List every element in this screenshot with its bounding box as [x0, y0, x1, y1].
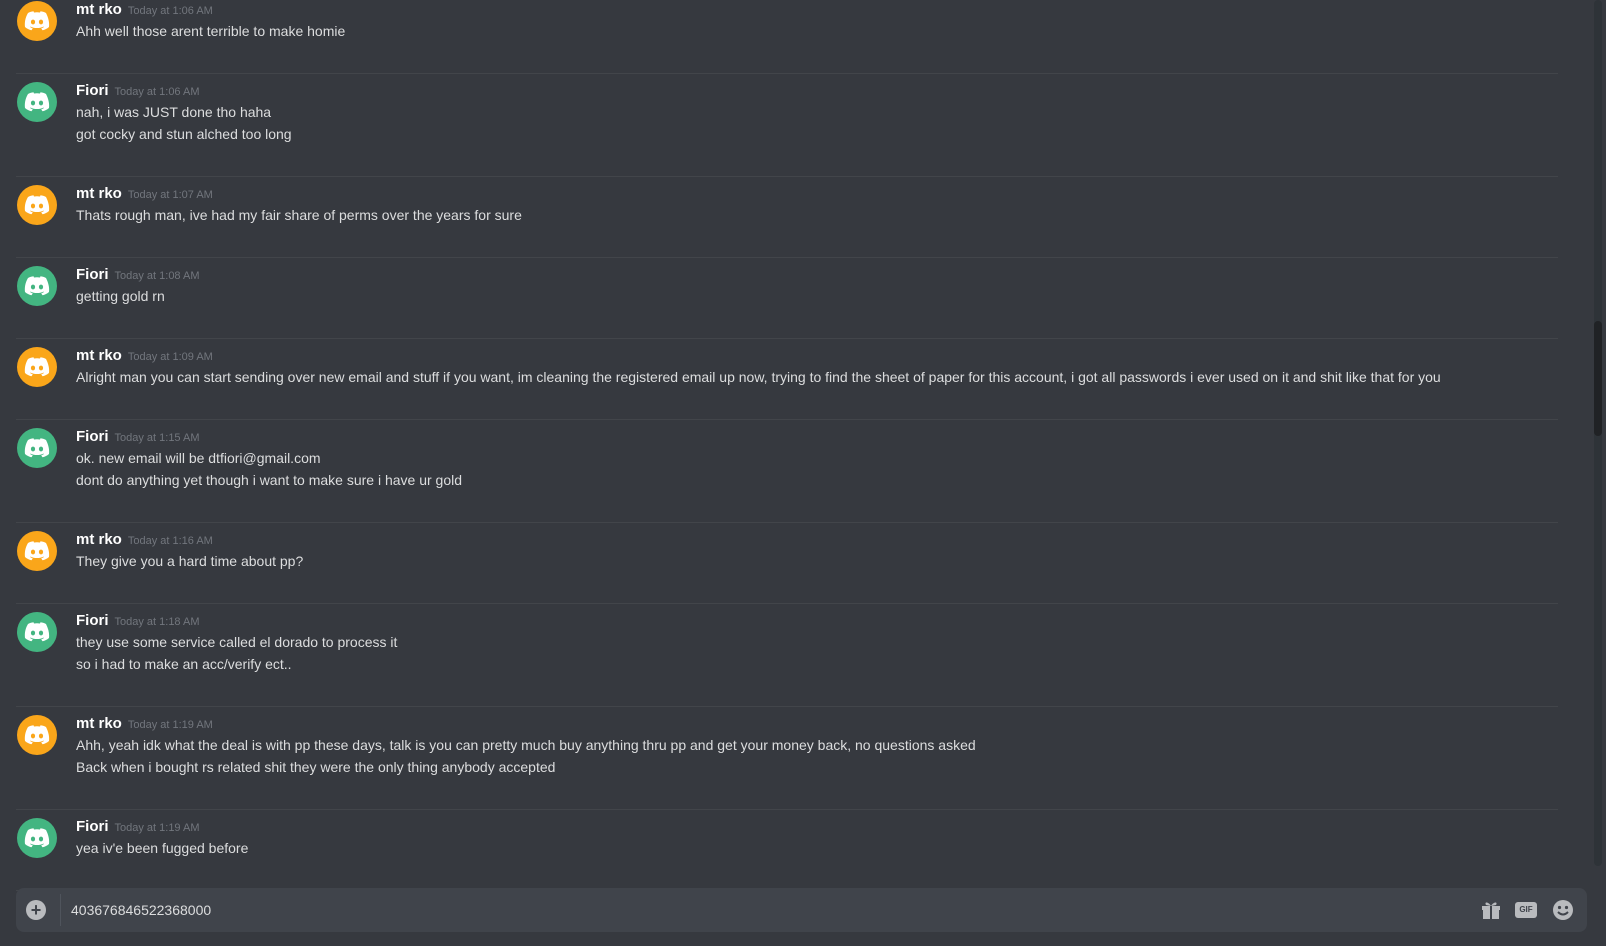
discord-logo-icon [24, 828, 50, 848]
message-group: Fiori Today at 1:18 AM they use some servi… [16, 604, 1558, 707]
message-text: Ahh, yeah idk what the deal is with pp t… [76, 737, 976, 753]
timestamp: Today at 1:16 AM [127, 535, 213, 547]
message-text: They give you a hard time about pp? [76, 553, 304, 569]
username[interactable]: Fiori [76, 818, 109, 835]
discord-logo-icon [24, 276, 50, 296]
timestamp: Today at 1:06 AM [127, 5, 213, 17]
message-text: getting gold rn [76, 288, 165, 304]
discord-logo-icon [24, 195, 50, 215]
message-group: mt rko Today at 1:07 AM Thats rough man, i… [16, 177, 1558, 258]
username[interactable]: Fiori [76, 82, 109, 99]
timestamp: Today at 1:06 AM [114, 86, 200, 98]
discord-logo-icon [24, 11, 50, 31]
message-text: dont do anything yet though i want to ma… [76, 472, 463, 488]
username[interactable]: mt rko [76, 347, 122, 364]
message-group: mt rko Today at 1:19 AM Ahh, yeah idk what… [16, 707, 1558, 810]
timestamp: Today at 1:19 AM [127, 719, 213, 731]
message-text: nah, i was JUST done tho haha [76, 104, 272, 120]
message-text: got cocky and stun alched too long [76, 126, 292, 142]
message-content: mt rko Today at 1:07 AM Thats rough man, i… [76, 184, 1558, 226]
message-content: Fiori Today at 1:18 AM they use some servi… [76, 611, 1558, 675]
scrollbar-track[interactable] [1594, 0, 1602, 866]
message-text: Thats rough man, ive had my fair share o… [76, 207, 522, 223]
emoji-icon[interactable] [1551, 898, 1575, 922]
message-group: mt rko Today at 1:06 AM Ahh well those are… [16, 0, 1558, 74]
message-content: Fiori Today at 1:08 AM getting gold rn [76, 265, 1558, 307]
message-group: Fiori Today at 1:19 AM yea iv'e been fugge… [16, 810, 1558, 891]
username[interactable]: mt rko [76, 531, 122, 548]
message-content: Fiori Today at 1:15 AM ok. new email will … [76, 427, 1558, 491]
avatar[interactable] [17, 531, 57, 571]
username[interactable]: Fiori [76, 428, 109, 445]
message-text: Alright man you can start sending over n… [76, 369, 1441, 385]
discord-logo-icon [24, 541, 50, 561]
scrollbar-thumb[interactable] [1594, 321, 1602, 436]
avatar[interactable] [17, 347, 57, 387]
timestamp: Today at 1:09 AM [127, 351, 213, 363]
username[interactable]: Fiori [76, 612, 109, 629]
message-group: Fiori Today at 1:08 AM getting gold rn [16, 258, 1558, 339]
gift-icon[interactable] [1479, 898, 1503, 922]
timestamp: Today at 1:15 AM [114, 432, 200, 444]
username[interactable]: mt rko [76, 1, 122, 18]
username[interactable]: mt rko [76, 185, 122, 202]
message-header: mt rko Today at 1:16 AM [76, 530, 1558, 550]
message-content: Fiori Today at 1:19 AM yea iv'e been fugge… [76, 817, 1558, 859]
avatar[interactable] [17, 185, 57, 225]
attach-plus-icon[interactable]: + [26, 900, 46, 920]
gif-button[interactable]: GIF [1514, 898, 1538, 922]
message-group: Fiori Today at 1:15 AM ok. new email will … [16, 420, 1558, 523]
timestamp: Today at 1:07 AM [127, 189, 213, 201]
chat-area: mt rko Today at 1:06 AM Ahh well those are… [0, 0, 1606, 946]
message-header: Fiori Today at 1:08 AM [76, 265, 1558, 285]
discord-logo-icon [24, 92, 50, 112]
message-group: mt rko Today at 1:09 AM Alright man you ca… [16, 339, 1558, 420]
avatar[interactable] [17, 818, 57, 858]
message-header: Fiori Today at 1:18 AM [76, 611, 1558, 631]
avatar[interactable] [17, 428, 57, 468]
message-text: they use some service called el dorado t… [76, 634, 398, 650]
message-header: mt rko Today at 1:06 AM [76, 0, 1558, 20]
timestamp: Today at 1:08 AM [114, 270, 200, 282]
discord-logo-icon [24, 725, 50, 745]
message-header: mt rko Today at 1:09 AM [76, 346, 1558, 366]
message-group: Fiori Today at 1:06 AM nah, i was JUST don… [16, 74, 1558, 177]
timestamp: Today at 1:19 AM [114, 822, 200, 834]
avatar[interactable] [17, 82, 57, 122]
message-header: Fiori Today at 1:19 AM [76, 817, 1558, 837]
message-text: Back when i bought rs related shit they … [76, 759, 556, 775]
message-content: mt rko Today at 1:19 AM Ahh, yeah idk what… [76, 714, 1558, 778]
message-text: so i had to make an acc/verify ect.. [76, 656, 292, 672]
message-header: mt rko Today at 1:07 AM [76, 184, 1558, 204]
message-input[interactable]: 403676846522368000 [71, 888, 211, 932]
message-content: Fiori Today at 1:06 AM nah, i was JUST don… [76, 81, 1558, 145]
message-text: yea iv'e been fugged before [76, 840, 249, 856]
message-content: mt rko Today at 1:09 AM Alright man you ca… [76, 346, 1558, 388]
avatar[interactable] [17, 266, 57, 306]
discord-logo-icon [24, 622, 50, 642]
gif-label: GIF [1515, 902, 1537, 918]
message-group: mt rko Today at 1:16 AM They give you a ha… [16, 523, 1558, 604]
message-list: mt rko Today at 1:06 AM Ahh well those are… [0, 0, 1574, 891]
message-content: mt rko Today at 1:16 AM They give you a ha… [76, 530, 1558, 572]
username[interactable]: Fiori [76, 266, 109, 283]
message-header: Fiori Today at 1:15 AM [76, 427, 1558, 447]
message-text: ok. new email will be dtfiori@gmail.com [76, 450, 321, 466]
avatar[interactable] [17, 715, 57, 755]
message-text: Ahh well those arent terrible to make ho… [76, 23, 346, 39]
message-content: mt rko Today at 1:06 AM Ahh well those are… [76, 0, 1558, 42]
message-composer[interactable]: + 403676846522368000 GIF [16, 888, 1587, 932]
discord-logo-icon [24, 438, 50, 458]
message-header: Fiori Today at 1:06 AM [76, 81, 1558, 101]
discord-logo-icon [24, 357, 50, 377]
composer-divider [60, 894, 61, 926]
timestamp: Today at 1:18 AM [114, 616, 200, 628]
avatar[interactable] [17, 612, 57, 652]
avatar[interactable] [17, 1, 57, 41]
username[interactable]: mt rko [76, 715, 122, 732]
message-header: mt rko Today at 1:19 AM [76, 714, 1558, 734]
